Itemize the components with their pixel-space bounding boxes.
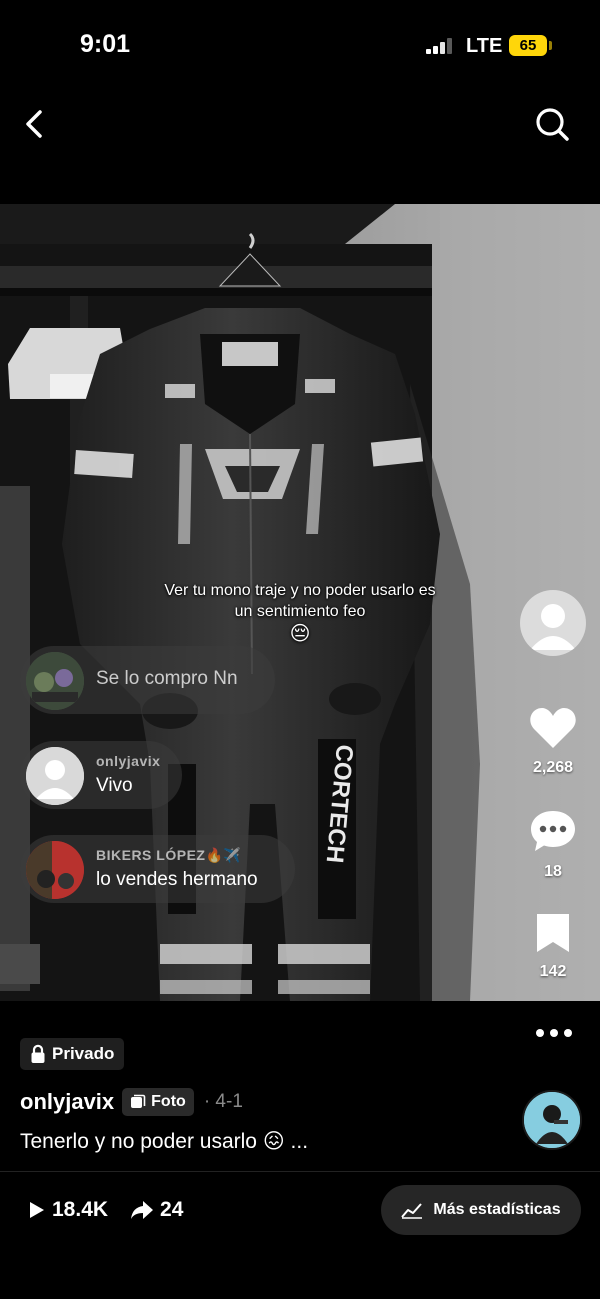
lock-icon — [31, 1044, 45, 1063]
overlay-emoji: 😔 — [289, 623, 311, 645]
comment-text: Se lo compro Nn — [96, 668, 238, 689]
like-count: 2,268 — [532, 759, 574, 776]
privacy-label: Privado — [52, 1044, 115, 1063]
post-description[interactable]: Tenerlo y no poder usarlo 😖 ... — [20, 1129, 308, 1154]
comment-bubble-1[interactable]: Se lo compro Nn — [20, 646, 275, 714]
comment-author: onlyjavix — [96, 753, 161, 769]
overlay-caption-text: Ver tu mono traje y no poder usarlo es u… — [164, 582, 436, 620]
comment-avatar — [26, 841, 84, 899]
author-username[interactable]: onlyjavix — [20, 1089, 114, 1115]
comment-text: Vivo — [96, 775, 133, 796]
photo-stack-icon — [131, 1094, 146, 1108]
comment-text: lo vendes hermano — [96, 869, 258, 890]
signal-icon — [426, 38, 456, 54]
divider — [0, 1171, 600, 1172]
comment-author: BIKERS LÓPEZ🔥✈️ — [96, 847, 242, 863]
save-count: 142 — [539, 963, 567, 980]
save-button[interactable]: 142 — [518, 912, 588, 981]
like-button[interactable]: 2,268 — [518, 706, 588, 777]
default-avatar-icon — [530, 604, 576, 650]
status-bar: 9:01 LTE 65 — [0, 0, 600, 90]
top-nav — [0, 100, 600, 150]
post-type-chip: Foto — [122, 1088, 194, 1116]
comment-avatar — [26, 652, 84, 710]
comment-avatar — [26, 747, 84, 805]
views-stat: 18.4K — [28, 1198, 108, 1222]
bookmark-icon — [537, 914, 569, 952]
heart-icon — [530, 708, 576, 748]
shares-stat: 24 — [130, 1198, 183, 1222]
photo-caption-overlay: Ver tu mono traje y no poder usarlo es u… — [160, 580, 440, 646]
comment-icon — [531, 811, 575, 851]
play-icon — [30, 1202, 44, 1218]
more-options-button[interactable] — [534, 1026, 574, 1040]
battery-icon: 65 — [509, 35, 547, 56]
post-type-label: Foto — [151, 1093, 186, 1110]
comment-bubble-2[interactable]: onlyjavix Vivo — [20, 741, 182, 809]
chevron-left-icon — [26, 110, 42, 138]
network-label: LTE — [466, 35, 503, 57]
comment-count: 18 — [544, 863, 562, 880]
status-time: 9:01 — [80, 30, 131, 58]
author-row: onlyjavix Foto · 4-1 — [20, 1086, 243, 1118]
share-arrow-icon — [131, 1201, 154, 1219]
stats-row: 18.4K 24 — [28, 1195, 205, 1225]
search-button[interactable] — [532, 104, 572, 144]
comment-bubble-3[interactable]: BIKERS LÓPEZ🔥✈️ lo vendes hermano — [20, 835, 295, 903]
author-avatar[interactable] — [522, 1090, 582, 1150]
battery-tip — [549, 41, 552, 50]
more-dot-icon — [550, 1029, 558, 1037]
search-icon — [536, 108, 569, 141]
views-count: 18.4K — [52, 1198, 109, 1221]
more-stats-label: Más estadísticas — [433, 1201, 561, 1218]
creator-avatar-button[interactable] — [520, 590, 586, 656]
more-dot-icon — [536, 1029, 544, 1037]
author-avatar-image — [524, 1092, 580, 1148]
comment-button[interactable]: 18 — [518, 808, 588, 881]
more-dot-icon — [564, 1029, 572, 1037]
back-button[interactable] — [18, 104, 54, 144]
shares-count: 24 — [160, 1198, 184, 1221]
analytics-icon — [401, 1203, 423, 1219]
more-stats-button[interactable]: Más estadísticas — [381, 1185, 581, 1235]
post-date: · 4-1 — [203, 1091, 243, 1112]
privacy-badge[interactable]: Privado — [20, 1038, 125, 1070]
